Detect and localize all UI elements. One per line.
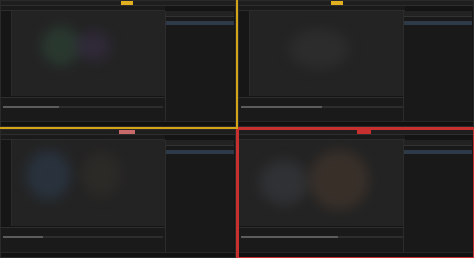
panel-rows: [404, 146, 472, 218]
viewer-image-region: [309, 150, 369, 210]
app-badge: [331, 1, 343, 5]
status-bar: [239, 121, 473, 126]
timeline-progress: [3, 106, 59, 108]
panel-rows: [166, 146, 234, 218]
status-bar: [239, 252, 473, 257]
viewer-area[interactable]: [239, 11, 405, 96]
properties-panel[interactable]: [403, 140, 472, 252]
viewer-image-region: [289, 29, 349, 69]
window-top-left[interactable]: [0, 0, 236, 127]
timeline[interactable]: [1, 227, 165, 254]
properties-panel[interactable]: [165, 11, 234, 121]
viewer-area[interactable]: [239, 140, 405, 226]
app-badge: [357, 130, 371, 134]
properties-panel[interactable]: [165, 140, 234, 252]
timeline-track[interactable]: [241, 236, 403, 238]
window-bottom-right[interactable]: [238, 129, 474, 258]
window-top-right[interactable]: [238, 0, 474, 127]
properties-panel[interactable]: [403, 11, 472, 121]
app-badge: [119, 130, 135, 134]
line-gutter: [1, 11, 12, 96]
timeline-progress: [241, 236, 339, 238]
viewer-area[interactable]: [1, 11, 165, 96]
panel-rows: [404, 17, 472, 89]
timeline-track[interactable]: [3, 106, 163, 108]
viewer-image-region: [259, 160, 309, 205]
window-bottom-left[interactable]: [0, 129, 236, 258]
viewer-image-region: [26, 150, 71, 200]
panel-row[interactable]: [166, 214, 234, 218]
panel-rows: [166, 17, 234, 93]
panel-row[interactable]: [404, 214, 472, 218]
panel-row[interactable]: [404, 85, 472, 89]
timeline-track[interactable]: [3, 236, 163, 238]
timeline[interactable]: [1, 97, 165, 124]
timeline-track[interactable]: [241, 106, 403, 108]
status-bar: [1, 252, 235, 257]
viewer-area[interactable]: [1, 140, 165, 226]
viewer-image-region: [81, 152, 121, 197]
line-gutter: [239, 11, 250, 96]
line-gutter: [1, 140, 12, 226]
app-badge: [121, 1, 133, 5]
timeline[interactable]: [239, 227, 405, 254]
timeline-progress: [3, 236, 43, 238]
timeline-progress: [241, 106, 322, 108]
status-bar: [1, 121, 235, 126]
viewer-image-region: [76, 31, 111, 61]
timeline[interactable]: [239, 97, 405, 124]
viewer-image-region: [41, 26, 81, 66]
panel-row[interactable]: [166, 89, 234, 93]
